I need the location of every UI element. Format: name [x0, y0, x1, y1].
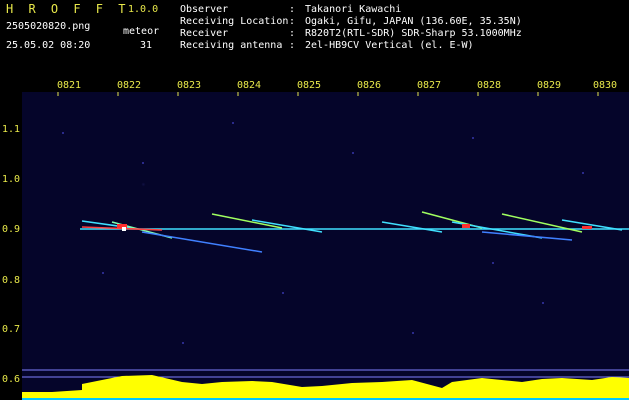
freq-tick: 0.9: [1, 224, 20, 235]
spectrogram-plot: [22, 92, 629, 400]
freq-tick: 1.1: [1, 124, 20, 135]
app-version: 1.0.0: [128, 4, 159, 15]
time-tick: 0830: [593, 80, 618, 91]
info-value-receiver: R820T2(RTL-SDR) SDR-Sharp 53.1000MHz: [305, 28, 522, 39]
spectrogram-canvas: [22, 92, 629, 400]
info-colon: :: [289, 16, 296, 27]
meteor-label: meteor: [123, 26, 160, 37]
time-tick: 0823: [177, 80, 202, 91]
time-tick-marks: [57, 92, 599, 96]
info-colon: :: [289, 40, 296, 51]
meteor-echoes: [81, 211, 623, 253]
info-value-antenna: 2el-HB9CV Vertical (el. E-W): [305, 40, 474, 51]
filename: 2505020820.png: [6, 21, 91, 32]
time-tick: 0829: [537, 80, 562, 91]
time-tick: 0827: [417, 80, 442, 91]
info-value-observer: Takanori Kawachi: [305, 4, 402, 15]
freq-tick: 1.0: [1, 174, 20, 185]
freq-tick: 0.7: [1, 324, 20, 335]
noise-field: [62, 122, 584, 344]
meteor-count: 31: [140, 40, 153, 51]
time-tick: 0822: [117, 80, 142, 91]
time-tick: 0828: [477, 80, 502, 91]
time-tick: 0821: [57, 80, 82, 91]
time-tick: 0824: [237, 80, 262, 91]
info-value-location: Ogaki, Gifu, JAPAN (136.60E, 35.35N): [305, 16, 522, 27]
echo-heads: [117, 224, 592, 231]
header-panel: H R O F F T 1.0.0 2505020820.png meteor …: [0, 0, 629, 74]
signal-level-bar: [22, 375, 629, 400]
freq-tick: 0.6: [1, 374, 20, 385]
app-name: H R O F F T: [6, 2, 130, 16]
info-colon: :: [289, 4, 296, 15]
info-colon: :: [289, 28, 296, 39]
info-key-observer: Observer: [180, 4, 229, 15]
info-key-antenna: Receiving antenna: [180, 40, 283, 51]
time-tick: 0826: [357, 80, 382, 91]
info-key-location: Receiving Location: [180, 16, 289, 27]
datetime: 25.05.02 08:20: [6, 40, 91, 51]
info-key-receiver: Receiver: [180, 28, 229, 39]
time-tick: 0825: [297, 80, 322, 91]
time-axis: 0821 0822 0823 0824 0825 0826 0827 0828 …: [0, 74, 629, 92]
freq-tick: 0.8: [1, 275, 20, 286]
